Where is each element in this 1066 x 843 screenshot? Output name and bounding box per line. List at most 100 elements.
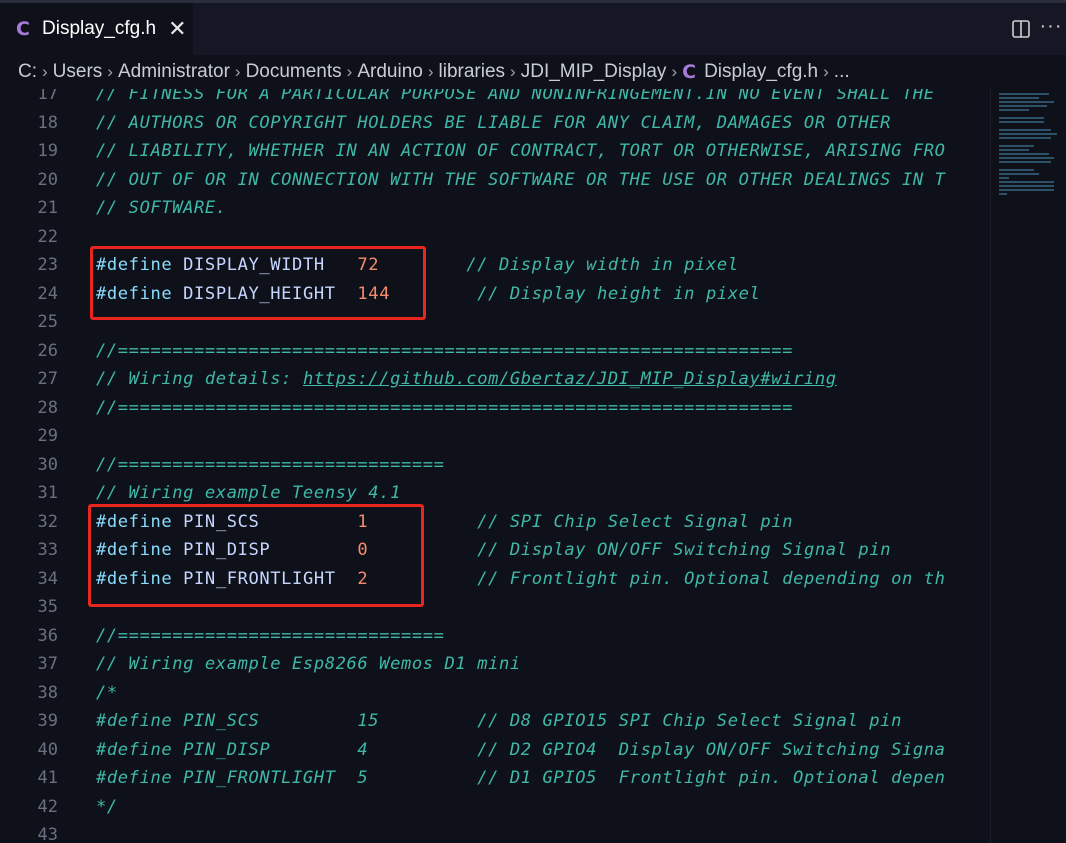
tab-display-cfg[interactable]: C Display_cfg.h ✕ bbox=[0, 3, 193, 55]
minimap-line bbox=[999, 145, 1034, 147]
code-text: // Wiring details: https://github.com/Gb… bbox=[96, 365, 837, 394]
code-text: // Wiring example Esp8266 Wemos D1 mini bbox=[96, 650, 521, 679]
code-text: */ bbox=[96, 793, 118, 822]
code-line[interactable]: 41 #define PIN_FRONTLIGHT 5 // D1 GPIO5 F… bbox=[0, 764, 990, 793]
code-line[interactable]: 27 // Wiring details: https://github.com/… bbox=[0, 365, 990, 394]
breadcrumb-file[interactable]: Display_cfg.h bbox=[704, 61, 818, 83]
line-number: 36 bbox=[37, 625, 58, 646]
minimap-line bbox=[999, 193, 1007, 195]
minimap-line bbox=[999, 185, 1054, 187]
close-icon[interactable]: ✕ bbox=[168, 18, 186, 40]
code-token: //============================== bbox=[96, 454, 445, 475]
chevron-right-icon: › bbox=[346, 62, 353, 81]
code-line[interactable]: 40 #define PIN_DISP 4 // D2 GPIO4 Display… bbox=[0, 736, 990, 765]
code-editor[interactable]: 17 // FITNESS FOR A PARTICULAR PURPOSE AN… bbox=[0, 89, 990, 843]
line-number: 23 bbox=[37, 255, 58, 275]
code-link[interactable]: https://github.com/Gbertaz/JDI_MIP_Displ… bbox=[303, 369, 837, 389]
code-token: // Frontlight pin. Optional depending on… bbox=[477, 568, 946, 589]
minimap-line bbox=[999, 129, 1051, 131]
minimap-line bbox=[999, 173, 1039, 175]
code-line[interactable]: 39 #define PIN_SCS 15 // D8 GPIO15 SPI Ch… bbox=[0, 707, 990, 736]
line-number: 20 bbox=[37, 169, 58, 190]
line-number: 27 bbox=[37, 369, 58, 389]
code-token: //============================== bbox=[96, 625, 445, 646]
minimap-line bbox=[999, 121, 1044, 123]
code-line[interactable]: 30 //============================== bbox=[0, 451, 990, 480]
line-number: 34 bbox=[37, 568, 58, 589]
line-number: 22 bbox=[37, 226, 58, 247]
breadcrumb-documents[interactable]: Documents bbox=[246, 61, 342, 83]
line-number: 19 bbox=[37, 141, 58, 161]
code-token: // Display height in pixel bbox=[477, 283, 761, 304]
breadcrumb-arduino[interactable]: Arduino bbox=[357, 61, 423, 83]
code-token: // Wiring example Esp8266 Wemos D1 mini bbox=[96, 654, 521, 674]
code-token: // OUT OF OR IN CONNECTION WITH THE SOFT… bbox=[96, 169, 946, 190]
code-line[interactable]: 38 /* bbox=[0, 679, 990, 708]
code-text: //======================================… bbox=[96, 337, 793, 366]
minimap-line bbox=[999, 157, 1054, 159]
line-number: 28 bbox=[37, 397, 58, 418]
line-number: 29 bbox=[37, 426, 58, 446]
code-token: // FITNESS FOR A PARTICULAR PURPOSE AND … bbox=[96, 89, 935, 104]
chevron-right-icon: › bbox=[234, 62, 241, 81]
code-token: // Wiring details: bbox=[96, 369, 303, 389]
minimap-line bbox=[999, 133, 1057, 135]
breadcrumb-libraries[interactable]: libraries bbox=[439, 61, 506, 83]
code-text: #define PIN_DISP 4 // D2 GPIO4 Display O… bbox=[96, 736, 946, 765]
chevron-right-icon: › bbox=[42, 62, 48, 81]
code-line[interactable]: 26 //====================================… bbox=[0, 337, 990, 366]
code-line[interactable]: 19 // LIABILITY, WHETHER IN AN ACTION OF … bbox=[0, 137, 990, 166]
code-token: #define PIN_DISP 4 // D2 GPIO4 Display O… bbox=[96, 739, 946, 760]
code-line[interactable]: 37 // Wiring example Esp8266 Wemos D1 min… bbox=[0, 650, 990, 679]
chevron-right-icon: › bbox=[107, 62, 113, 81]
chevron-right-icon: › bbox=[823, 62, 829, 81]
line-number: 32 bbox=[37, 511, 58, 532]
breadcrumb-symbols[interactable]: ... bbox=[834, 61, 850, 83]
code-token: //======================================… bbox=[96, 340, 794, 361]
more-actions-icon[interactable]: ··· bbox=[1036, 14, 1066, 44]
minimap-line bbox=[999, 101, 1054, 103]
breadcrumb-jdi-mip-display[interactable]: JDI_MIP_Display bbox=[521, 61, 667, 83]
code-line[interactable]: 21 // SOFTWARE. bbox=[0, 194, 990, 223]
highlight-box-display-size bbox=[90, 246, 426, 320]
code-token: #define PIN_SCS 15 // D8 GPIO15 SPI Chip… bbox=[96, 711, 902, 731]
minimap-line bbox=[999, 137, 1051, 139]
code-token: // Display ON/OFF Switching Signal pin bbox=[477, 540, 892, 560]
code-line[interactable]: 36 //============================== bbox=[0, 622, 990, 651]
breadcrumb-administrator[interactable]: Administrator bbox=[118, 61, 230, 83]
chevron-right-icon: › bbox=[671, 62, 678, 81]
minimap-line bbox=[999, 97, 1039, 99]
code-line[interactable]: 43 bbox=[0, 821, 990, 843]
tab-title: Display_cfg.h bbox=[42, 18, 157, 39]
minimap-line bbox=[999, 117, 1044, 119]
code-line[interactable]: 18 // AUTHORS OR COPYRIGHT HOLDERS BE LIA… bbox=[0, 109, 990, 138]
code-text: /* bbox=[96, 679, 118, 708]
split-editor-icon[interactable] bbox=[1006, 14, 1036, 44]
breadcrumb: C: › Users › Administrator › Documents ›… bbox=[0, 55, 1066, 89]
line-number: 24 bbox=[37, 283, 58, 304]
minimap[interactable] bbox=[990, 89, 1066, 843]
code-line[interactable]: 20 // OUT OF OR IN CONNECTION WITH THE SO… bbox=[0, 166, 990, 195]
c-file-icon: C bbox=[16, 18, 30, 40]
line-number: 18 bbox=[37, 112, 58, 133]
code-line[interactable]: 42 */ bbox=[0, 793, 990, 822]
line-number: 37 bbox=[37, 654, 58, 674]
code-token: // Wiring example Teensy 4.1 bbox=[96, 483, 401, 503]
code-token: #define PIN_FRONTLIGHT 5 // D1 GPIO5 Fro… bbox=[96, 768, 946, 788]
code-text: //======================================… bbox=[96, 394, 793, 423]
code-line[interactable]: 28 //====================================… bbox=[0, 394, 990, 423]
code-text: // AUTHORS OR COPYRIGHT HOLDERS BE LIABL… bbox=[96, 109, 891, 138]
line-number: 41 bbox=[37, 768, 58, 788]
code-text: //============================== bbox=[96, 622, 445, 651]
minimap-line bbox=[999, 105, 1047, 107]
code-token: // AUTHORS OR COPYRIGHT HOLDERS BE LIABL… bbox=[96, 112, 892, 133]
code-text: // LIABILITY, WHETHER IN AN ACTION OF CO… bbox=[96, 137, 946, 166]
line-number: 42 bbox=[37, 796, 58, 817]
code-text: #define PIN_FRONTLIGHT 5 // D1 GPIO5 Fro… bbox=[96, 764, 946, 793]
code-line[interactable]: 29 bbox=[0, 422, 990, 451]
code-line[interactable]: 17 // FITNESS FOR A PARTICULAR PURPOSE AN… bbox=[0, 89, 990, 109]
breadcrumb-users[interactable]: Users bbox=[53, 61, 103, 83]
breadcrumb-drive[interactable]: C: bbox=[18, 61, 37, 83]
code-token: /* bbox=[96, 682, 118, 703]
code-token: // LIABILITY, WHETHER IN AN ACTION OF CO… bbox=[96, 141, 946, 161]
